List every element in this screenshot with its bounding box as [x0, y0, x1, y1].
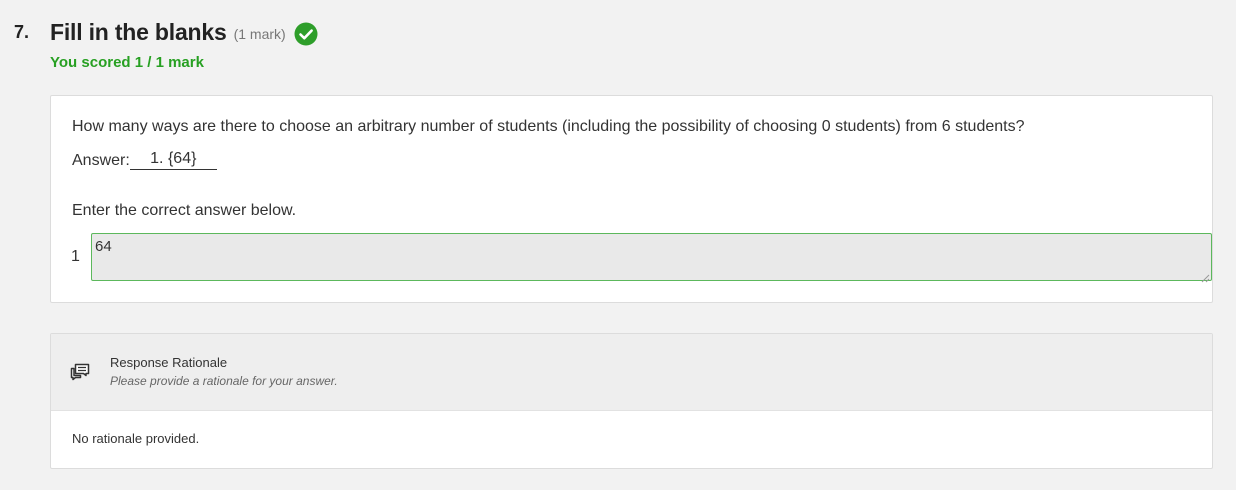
resize-grip-icon[interactable]: [1201, 270, 1210, 283]
rationale-body: No rationale provided.: [72, 431, 200, 446]
answer-input-value: 64: [95, 238, 112, 255]
rationale-panel: Response Rationale Please provide a rati…: [50, 333, 1213, 469]
answer-label: Answer:: [72, 152, 130, 169]
rationale-subtitle: Please provide a rationale for your answ…: [110, 374, 338, 388]
question-panel: How many ways are there to choose an arb…: [50, 95, 1213, 303]
answer-blank: 1. {64}: [129, 150, 217, 170]
rationale-header: Response Rationale Please provide a rati…: [51, 334, 1212, 411]
question-prompt: How many ways are there to choose an arb…: [72, 118, 1025, 135]
question-title: Fill in the blanks: [50, 18, 227, 45]
enter-answer-label: Enter the correct answer below.: [72, 202, 297, 219]
score-text: You scored 1 / 1 mark: [50, 54, 204, 71]
answer-line: Answer: 1. {64}: [72, 150, 217, 170]
question-header: 7. Fill in the blanks (1 mark): [14, 14, 318, 50]
question-number: 7.: [14, 21, 30, 42]
check-circle-icon: [294, 22, 318, 46]
answer-input[interactable]: 64: [91, 233, 1212, 283]
comments-icon: [70, 363, 90, 381]
input-index: 1: [71, 248, 80, 265]
question-marks: (1 mark): [233, 26, 286, 42]
rationale-title: Response Rationale: [110, 355, 228, 370]
